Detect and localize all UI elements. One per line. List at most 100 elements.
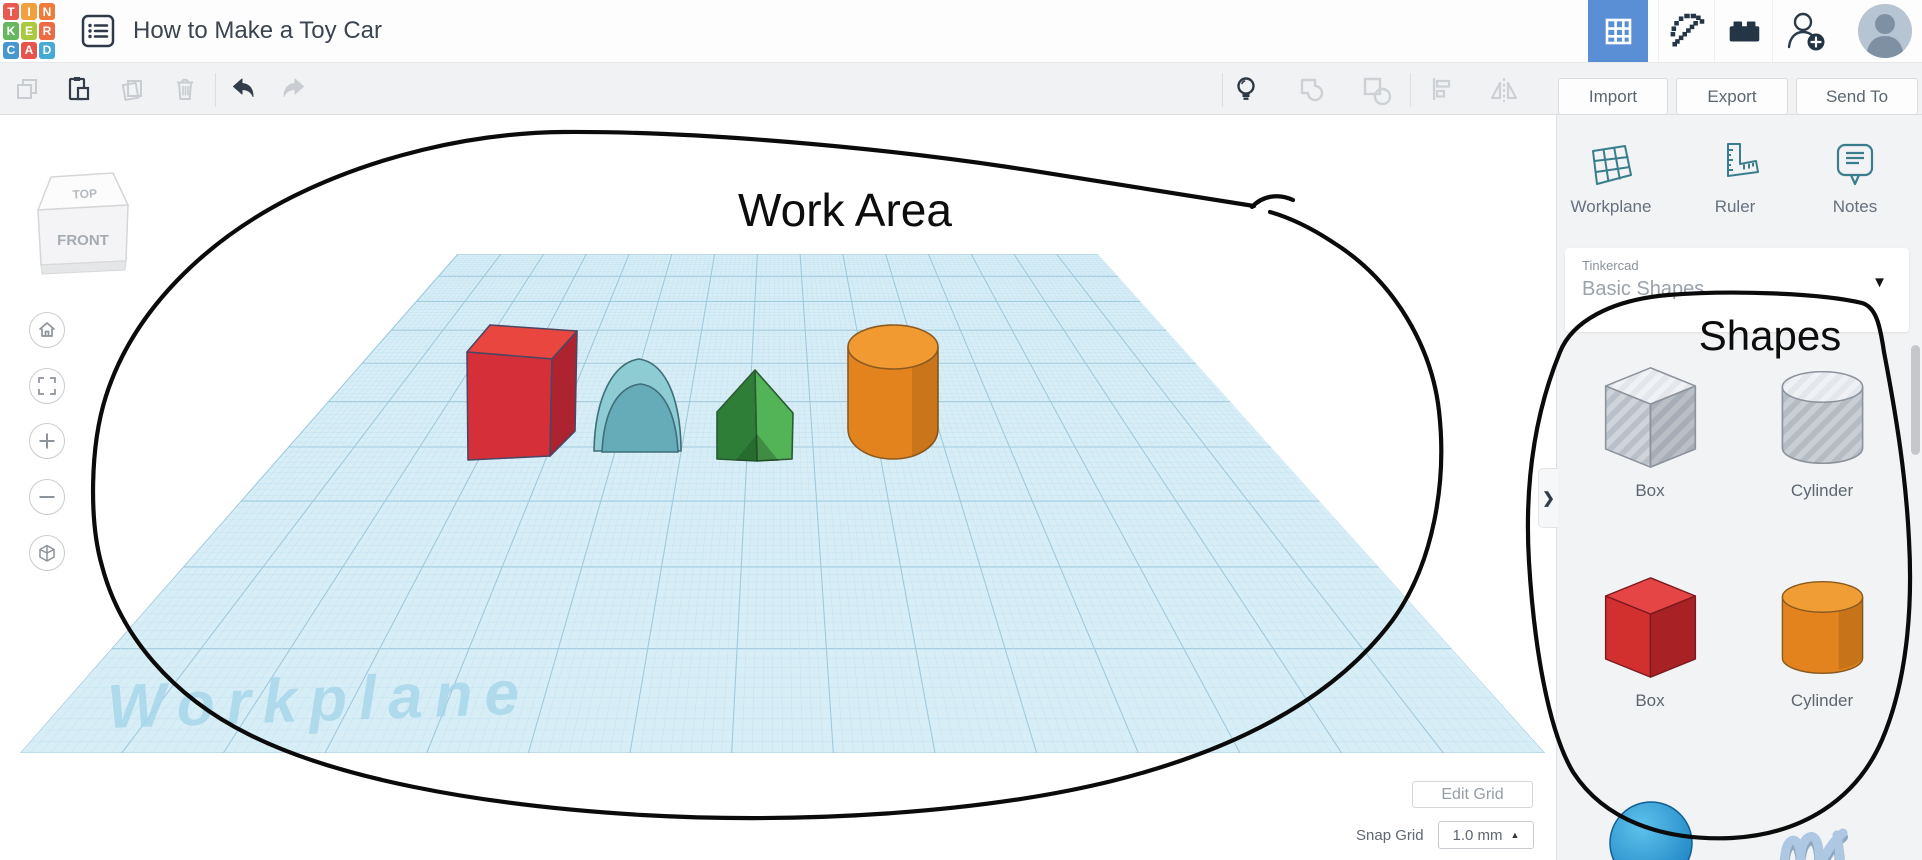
snap-grid-value: 1.0 mm xyxy=(1452,826,1503,844)
solid-cylinder-icon xyxy=(1781,580,1863,675)
shape-item-hole-cylinder[interactable]: Cylinder xyxy=(1747,360,1897,501)
plus-icon xyxy=(39,433,55,449)
toolbar-divider xyxy=(215,73,216,107)
logo-tile: N xyxy=(39,3,55,21)
copy-icon xyxy=(17,79,37,99)
hole-cylinder-icon xyxy=(1781,370,1863,465)
edit-grid-button[interactable]: Edit Grid xyxy=(1412,781,1533,808)
ungroup-button[interactable] xyxy=(1360,74,1392,106)
copy-button[interactable] xyxy=(12,74,42,104)
shape-item-label: Box xyxy=(1635,481,1665,500)
home-view-button[interactable] xyxy=(29,312,65,348)
toolbar-divider xyxy=(1410,73,1411,107)
trash-icon xyxy=(177,78,193,100)
panel-scrollbar-thumb[interactable] xyxy=(1911,345,1920,455)
modeling-canvas[interactable]: Workplane TOP FRONT Edit Grid Snap Grid … xyxy=(0,115,1556,860)
undo-button[interactable] xyxy=(228,74,258,104)
shape-item-label: Cylinder xyxy=(1790,691,1854,710)
solid-box-icon xyxy=(1604,577,1696,678)
toolbar-divider xyxy=(1222,73,1223,107)
shape-item-hole-box[interactable]: Box xyxy=(1575,360,1725,501)
logo-tile: E xyxy=(21,22,37,40)
edit-toolbar: Import Export Send To xyxy=(0,62,1922,115)
export-button[interactable]: Export xyxy=(1676,78,1788,115)
undo-icon xyxy=(233,78,254,97)
category-owner-label: Tinkercad xyxy=(1582,258,1639,273)
shapes-panel: Workplane Ruler Notes Tinkercad Basic Sh… xyxy=(1556,115,1922,860)
shape-item-sphere[interactable] xyxy=(1609,800,1694,860)
workplane-icon xyxy=(1592,145,1632,185)
align-button[interactable] xyxy=(1426,74,1456,104)
fit-view-button[interactable] xyxy=(29,368,65,404)
logo-tile: K xyxy=(3,22,19,40)
dashboard-grid-icon xyxy=(1605,18,1631,44)
shape-item-label: Box xyxy=(1635,691,1665,710)
shape-item-label: Cylinder xyxy=(1790,481,1854,500)
snap-grid-label: Snap Grid xyxy=(1356,827,1424,844)
ruler-tool-label: Ruler xyxy=(1714,197,1756,216)
notes-tool-label: Notes xyxy=(1832,197,1878,216)
zoom-in-button[interactable] xyxy=(29,423,65,459)
view-cube-top-label: TOP xyxy=(72,186,97,201)
workplane-watermark: Workplane xyxy=(106,658,532,742)
duplicate-button[interactable] xyxy=(118,74,148,104)
logo-tile: R xyxy=(39,22,55,40)
perspective-toggle-button[interactable] xyxy=(29,535,65,571)
delete-button[interactable] xyxy=(170,74,200,104)
tinkercad-window: T I N K E R C A D How to Make a Toy Car xyxy=(0,0,1922,860)
logo-tile: T xyxy=(3,3,19,21)
scene-cylinder-orange[interactable] xyxy=(847,324,939,460)
logo-tile: C xyxy=(3,41,19,59)
hole-box-icon xyxy=(1604,367,1696,468)
send-to-button[interactable]: Send To xyxy=(1796,78,1918,115)
invite-button[interactable] xyxy=(1772,0,1838,62)
align-icon xyxy=(1432,78,1451,100)
tips-button[interactable] xyxy=(1231,74,1261,104)
snap-grid-select[interactable]: 1.0 mm ▲ xyxy=(1438,821,1534,849)
dashboard-button[interactable] xyxy=(1588,0,1648,62)
group-icon xyxy=(1300,78,1324,102)
view-cube[interactable]: TOP FRONT xyxy=(33,165,133,280)
ungroup-icon xyxy=(1363,77,1392,106)
paste-icon xyxy=(68,77,90,101)
view-cube-front-label: FRONT xyxy=(57,232,109,249)
account-avatar[interactable] xyxy=(1858,4,1912,58)
bricks-button[interactable] xyxy=(1714,0,1772,62)
home-icon xyxy=(38,322,56,337)
scene-svg: Workplane xyxy=(20,254,1545,753)
import-button[interactable]: Import xyxy=(1558,78,1668,115)
notes-icon xyxy=(1836,143,1874,186)
brick-icon xyxy=(1729,21,1759,42)
ruler-tool-button[interactable]: Ruler xyxy=(1691,139,1779,217)
workplane-tool-button[interactable]: Workplane xyxy=(1567,139,1655,217)
minus-icon xyxy=(39,496,55,498)
notes-tool-button[interactable]: Notes xyxy=(1811,139,1899,217)
panel-collapse-tab[interactable]: ❯ xyxy=(1538,468,1558,528)
workplane-tool-label: Workplane xyxy=(1570,197,1652,216)
ortho-cube-icon xyxy=(39,544,55,562)
fit-view-icon xyxy=(38,377,56,395)
avatar-silhouette-icon xyxy=(1858,4,1912,58)
caret-down-icon: ▼ xyxy=(1872,274,1887,291)
mirror-button[interactable] xyxy=(1488,74,1518,104)
redo-button[interactable] xyxy=(279,74,309,104)
design-title[interactable]: How to Make a Toy Car xyxy=(133,0,382,62)
minecraft-button[interactable] xyxy=(1658,0,1714,62)
tinkercad-logo[interactable]: T I N K E R C A D xyxy=(0,0,58,62)
shape-item-solid-cylinder[interactable]: Cylinder xyxy=(1747,570,1897,711)
paste-button[interactable] xyxy=(64,74,94,104)
lightbulb-icon xyxy=(1237,77,1255,100)
shape-category-dropdown[interactable]: Tinkercad Basic Shapes ▼ xyxy=(1565,248,1909,332)
zoom-out-button[interactable] xyxy=(29,479,65,515)
redo-icon xyxy=(283,78,304,97)
shape-item-scribble[interactable] xyxy=(1779,815,1857,860)
list-icon xyxy=(81,14,115,48)
duplicate-icon xyxy=(121,80,142,102)
scene-box-red[interactable] xyxy=(466,324,578,461)
group-button[interactable] xyxy=(1296,74,1326,104)
logo-tile: D xyxy=(39,41,55,59)
design-menu-button[interactable] xyxy=(80,13,116,49)
shape-item-solid-box[interactable]: Box xyxy=(1575,570,1725,711)
logo-tile: A xyxy=(21,41,37,59)
caret-up-icon: ▲ xyxy=(1510,830,1520,840)
